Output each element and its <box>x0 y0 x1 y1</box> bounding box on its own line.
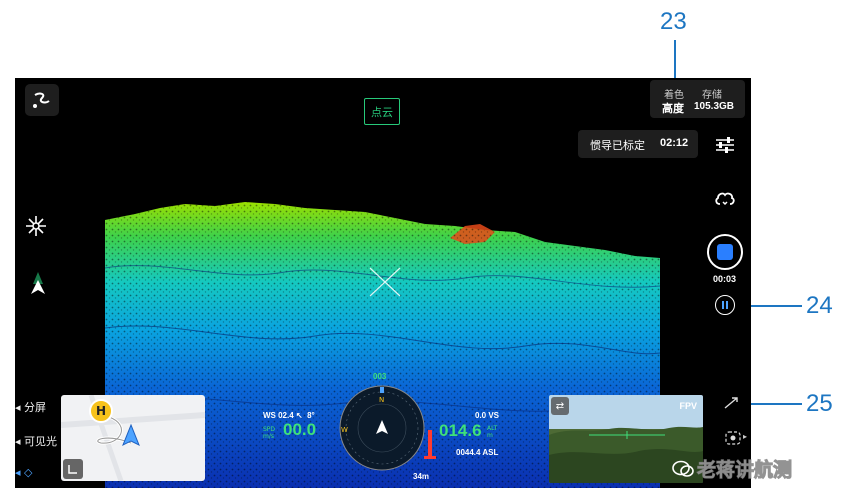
asl-value: 0044.4 ASL <box>456 448 499 457</box>
home-distance: 34m <box>413 472 430 481</box>
home-point-marker: H <box>89 399 113 423</box>
visible-light-label: 可见光 <box>24 435 58 448</box>
mode-label: 点云 <box>371 105 393 119</box>
route-icon <box>33 92 50 108</box>
callout-23: 23 <box>660 8 687 35</box>
heading-value: 003 <box>373 372 387 381</box>
altitude-unit: ALT m <box>487 425 497 439</box>
gimbal-more-arrow[interactable]: ▸ <box>743 432 747 441</box>
horizontal-speed: 00.0 <box>283 420 317 439</box>
cloud-icon <box>715 192 735 206</box>
altitude-bar-base <box>424 456 436 459</box>
fpv-label: FPV <box>679 401 697 411</box>
split-screen-label: 分屏 <box>24 401 47 414</box>
mini-map[interactable]: H <box>61 395 205 481</box>
speed-unit: SPD m/s <box>263 426 275 440</box>
imu-status-text: 惯导已标定 <box>590 139 645 152</box>
sliders-icon <box>716 137 734 153</box>
expand-corner-icon <box>68 465 77 474</box>
compass-west: W <box>341 426 348 434</box>
expand-arrow-icon <box>724 397 738 409</box>
settings-button[interactable] <box>713 134 737 156</box>
storage-value: 105.3GB <box>694 101 735 112</box>
pause-icon <box>722 301 728 309</box>
app-screen: 点云 着色 高度 存储 105.3GB 惯导已标定 02:12 00:03 ◂ … <box>15 78 751 488</box>
split-screen-menu[interactable]: ◂ 分屏 <box>15 399 46 415</box>
visible-light-menu[interactable]: ◂ 可见光 <box>15 433 57 449</box>
color-by-label: 着色 <box>664 90 684 101</box>
record-timer: 00:03 <box>713 274 737 284</box>
laser-toggle-button[interactable] <box>23 213 49 239</box>
imu-status-panel: 惯导已标定 02:12 <box>578 130 698 158</box>
aircraft-direction-icon <box>31 272 45 294</box>
altitude-value: 014.6 <box>439 421 482 440</box>
aircraft-view-button[interactable] <box>25 268 51 298</box>
back-route-button[interactable] <box>25 84 59 116</box>
callout-24: 24 <box>806 292 833 319</box>
speed-unit-label: m/s <box>263 433 274 440</box>
wind-speed: WS 02.4 ↖ 8° <box>263 411 315 420</box>
callout-25: 25 <box>806 390 833 417</box>
imu-status-time: 02:12 <box>660 137 689 149</box>
map-layer-button[interactable]: ◂ ◇ <box>15 466 32 479</box>
cloud-sync-button[interactable] <box>713 188 737 210</box>
color-by-value: 高度 <box>662 102 684 115</box>
point-cloud-mode-button[interactable]: 点云 <box>364 98 400 125</box>
gimbal-icon <box>725 431 741 445</box>
home-label: H <box>95 404 107 418</box>
map-expand-button[interactable] <box>63 459 83 479</box>
altitude-unit-label: m <box>487 432 493 439</box>
record-button[interactable] <box>707 234 743 270</box>
swap-view-button[interactable]: ⇄ <box>551 397 569 415</box>
record-stop-icon <box>717 244 733 260</box>
altitude-bar <box>428 430 432 458</box>
wechat-icon <box>672 460 694 477</box>
fullscreen-button[interactable] <box>721 394 741 412</box>
storage-label: 存储 <box>702 90 722 101</box>
gimbal-button[interactable] <box>721 428 745 448</box>
laser-icon <box>26 216 46 236</box>
pause-button[interactable] <box>715 295 735 315</box>
compass-north: N <box>379 396 385 404</box>
wind-angle: 8° <box>307 411 315 420</box>
watermark-text: 老蒋讲航测 <box>696 459 793 482</box>
page: 23 24 25 点云 着色 高度 存储 105.3GB 惯导已标定 02:12… <box>0 0 848 500</box>
vertical-speed: 0.0 VS <box>475 411 500 420</box>
watermark: 老蒋讲航测 <box>672 455 793 482</box>
speed-top-label: SPD <box>263 426 276 433</box>
altitude-top-label: ALT <box>487 425 498 432</box>
swap-icon: ⇄ <box>555 400 565 412</box>
color-storage-panel[interactable]: 着色 高度 存储 105.3GB <box>650 80 745 118</box>
wind-speed-value: WS 02.4 <box>263 411 294 420</box>
